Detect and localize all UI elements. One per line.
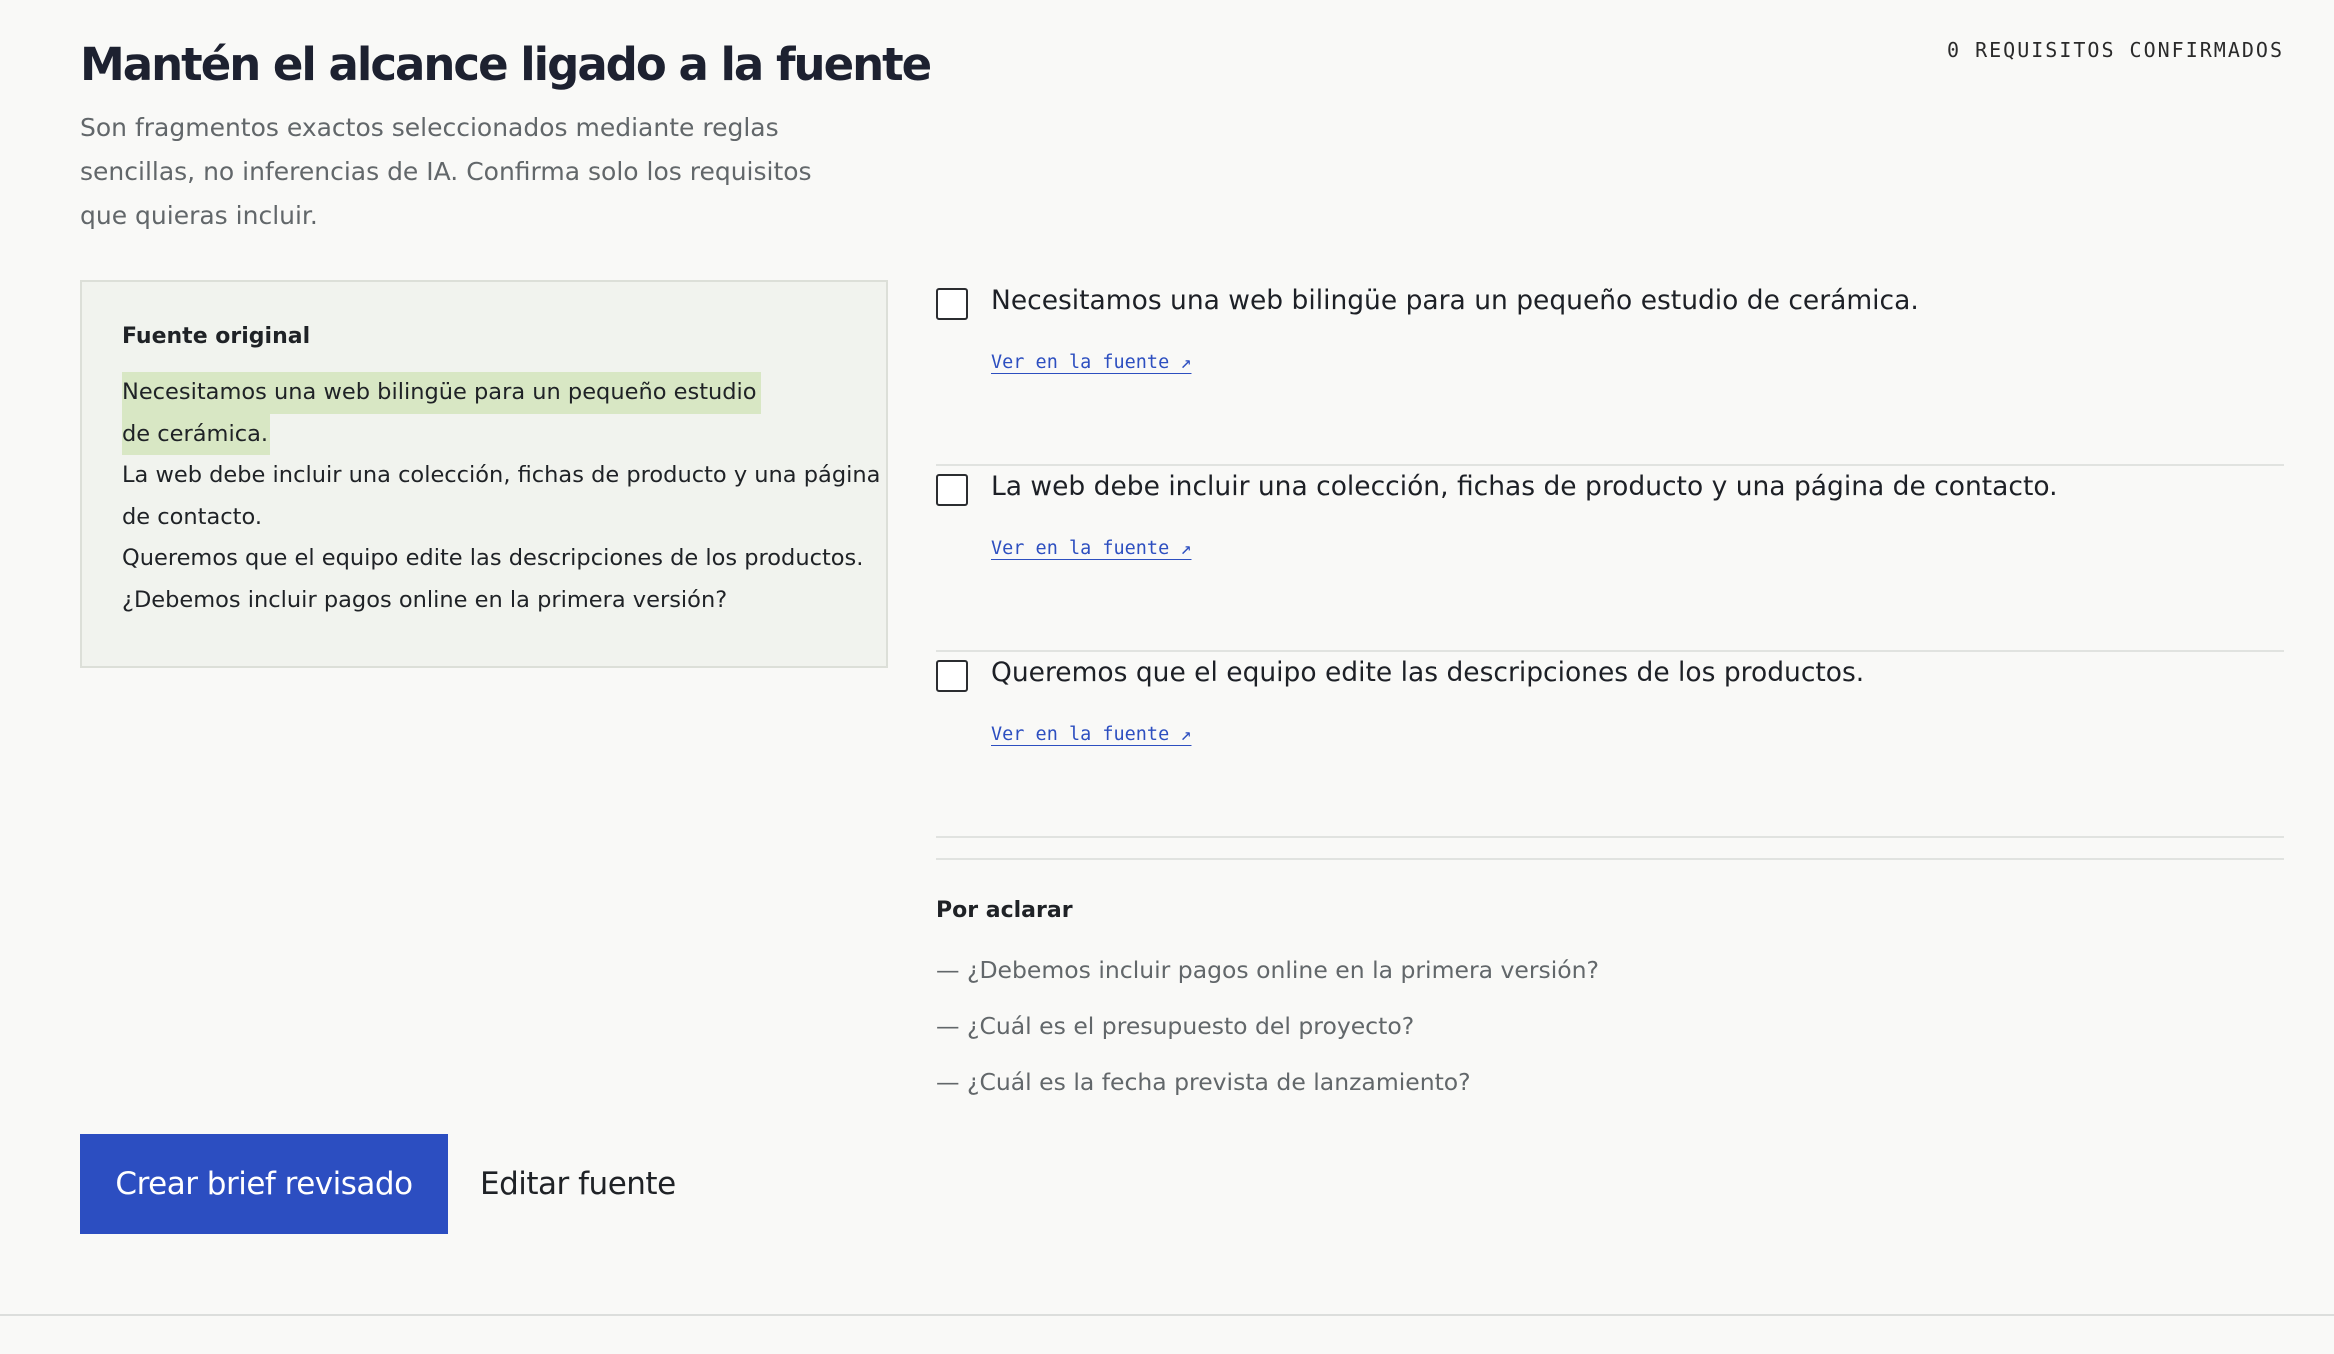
clarify-section: Por aclarar — ¿Debemos incluir pagos onl… <box>936 858 2284 1110</box>
requirement-item: Necesitamos una web bilingüe para un peq… <box>936 280 2284 466</box>
create-brief-button[interactable]: Crear brief revisado <box>80 1134 448 1234</box>
requirement-item: La web debe incluir una colección, ficha… <box>936 466 2284 652</box>
page-subtitle: Son fragmentos exactos seleccionados med… <box>80 113 812 230</box>
source-panel: Fuente original Necesitamos una web bili… <box>80 280 888 668</box>
confirmed-count: 0 REQUISITOS CONFIRMADOS <box>1947 38 2284 62</box>
requirements-list: Necesitamos una web bilingüe para un peq… <box>936 280 2284 838</box>
view-in-source-link[interactable]: Ver en la fuente ↗ <box>991 352 1191 373</box>
requirement-item: Queremos que el equipo edite las descrip… <box>936 652 2284 838</box>
footer-divider <box>0 1314 2334 1316</box>
source-line-highlighted: Necesitamos una web bilingüe para un peq… <box>122 372 761 414</box>
clarify-item: — ¿Debemos incluir pagos online en la pr… <box>936 956 1600 984</box>
source-line: Queremos que el equipo edite las descrip… <box>122 545 864 571</box>
clarify-item: — ¿Cuál es el presupuesto del proyecto? <box>936 1012 1415 1040</box>
source-text: Necesitamos una web bilingüe para un peq… <box>122 372 881 621</box>
source-line: ¿Debemos incluir pagos online en la prim… <box>122 586 728 613</box>
page-title: Mantén el alcance ligado a la fuente <box>80 38 932 91</box>
view-in-source-link[interactable]: Ver en la fuente ↗ <box>991 724 1191 745</box>
edit-source-button[interactable]: Editar fuente <box>480 1134 676 1234</box>
clarify-heading: Por aclarar <box>936 898 1073 923</box>
requirement-checkbox[interactable] <box>936 288 968 320</box>
requirement-text: Necesitamos una web bilingüe para un peq… <box>991 285 1919 316</box>
source-heading: Fuente original <box>122 324 311 349</box>
source-line: de contacto. <box>122 503 262 530</box>
view-in-source-link[interactable]: Ver en la fuente ↗ <box>991 538 1191 559</box>
source-line: La web debe incluir una colección, ficha… <box>122 462 881 488</box>
requirement-checkbox[interactable] <box>936 660 968 692</box>
clarify-item: — ¿Cuál es la fecha prevista de lanzamie… <box>936 1068 1471 1096</box>
source-line-highlighted: de cerámica. <box>122 413 271 455</box>
requirement-text: La web debe incluir una colección, ficha… <box>991 471 2058 502</box>
requirement-text: Queremos que el equipo edite las descrip… <box>991 657 1865 688</box>
requirement-checkbox[interactable] <box>936 474 968 506</box>
